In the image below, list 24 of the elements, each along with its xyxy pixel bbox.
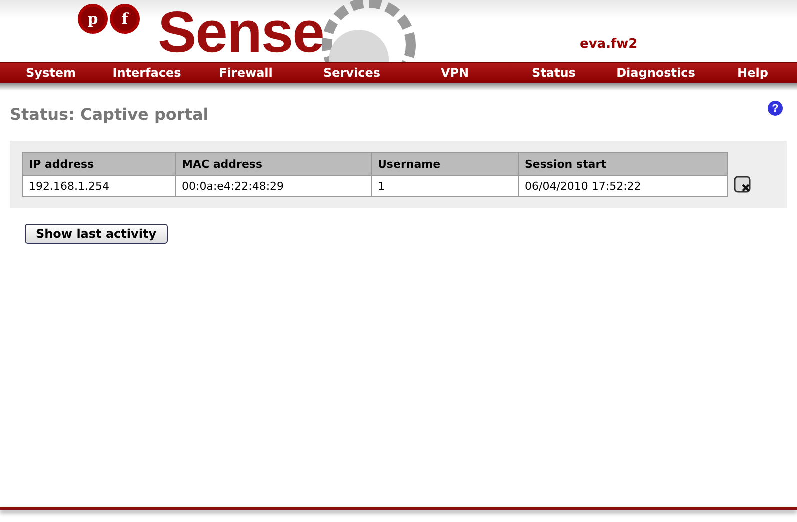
table-cell: 00:0a:e4:22:48:29 (176, 176, 372, 196)
hostname: eva.fw2 (580, 37, 638, 52)
menu-item[interactable]: Interfaces (102, 66, 192, 80)
help-icon[interactable]: ? (768, 101, 783, 116)
menu-item[interactable]: Help (710, 66, 796, 80)
delete-icon[interactable] (734, 176, 752, 194)
table-cell: 192.168.1.254 (22, 176, 176, 196)
column-header: Session start (518, 152, 728, 176)
show-last-activity-button[interactable]: Show last activity (25, 224, 168, 244)
menu-item[interactable]: Services (300, 66, 404, 80)
table-cell: 1 (372, 176, 518, 196)
logo-letter: f (110, 4, 140, 34)
menu-item[interactable]: Firewall (192, 66, 300, 80)
logo-letter: p (78, 4, 108, 34)
menu-item[interactable]: System (0, 66, 102, 80)
column-header: MAC address (176, 152, 372, 176)
column-header: Username (372, 152, 518, 176)
menu-item[interactable]: Status (506, 66, 602, 80)
logo-wordmark: Sense (158, 4, 324, 62)
menu-item[interactable]: Diagnostics (602, 66, 710, 80)
page-title: Status: Captive portal (10, 105, 209, 124)
column-header: IP address (22, 152, 176, 176)
menu-item[interactable]: VPN (404, 66, 506, 80)
table-cell: 06/04/2010 17:52:22 (518, 176, 728, 196)
